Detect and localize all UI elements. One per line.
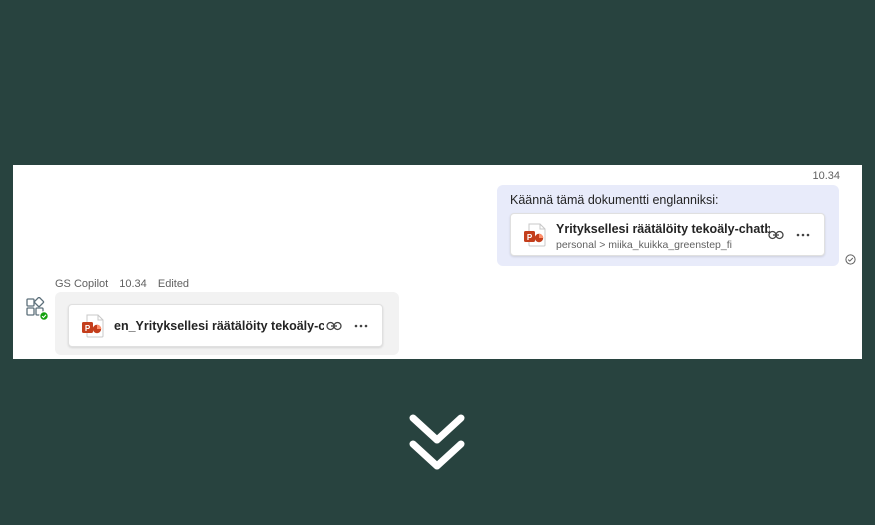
user-file-name[interactable]: Yrityksellesi räätälöity tekoäly-chatb..… (556, 222, 770, 236)
more-options-icon[interactable] (352, 318, 370, 334)
user-message-bubble: Käännä tämä dokumentti englanniksi: P Yr… (497, 185, 839, 266)
presence-available-icon (39, 311, 49, 321)
chat-panel: 10.34 Käännä tämä dokumentti englanniksi… (13, 165, 862, 359)
bot-message-timestamp: 10.34 (119, 278, 147, 290)
bot-file-attachment[interactable]: P en_Yrityksellesi räätälöity tekoäly-c.… (68, 304, 383, 347)
copy-link-icon[interactable] (325, 318, 343, 334)
bot-message-bubble: P en_Yrityksellesi räätälöity tekoäly-c.… (55, 292, 399, 355)
user-file-attachment[interactable]: P Yrityksellesi räätälöity tekoäly-chatb… (510, 213, 825, 256)
user-message-timestamp: 10.34 (812, 170, 840, 182)
powerpoint-icon: P (522, 222, 548, 253)
read-receipt-icon (845, 252, 856, 270)
edited-label: Edited (157, 278, 190, 290)
more-options-icon[interactable] (794, 227, 812, 243)
bot-avatar[interactable] (25, 296, 49, 326)
double-chevron-down-icon (407, 412, 467, 479)
bot-file-name[interactable]: en_Yrityksellesi räätälöity tekoäly-c... (114, 319, 324, 333)
powerpoint-icon: P (80, 313, 106, 344)
copy-link-icon[interactable] (767, 227, 785, 243)
user-message-text: Käännä tämä dokumentti englanniksi: (510, 193, 719, 207)
bot-message-header: GS Copilot 10.34 Edited (55, 278, 197, 290)
svg-text:P: P (527, 233, 533, 242)
user-file-path: personal > miika_kuikka_greenstep_fi (556, 239, 732, 251)
svg-text:P: P (85, 324, 91, 333)
bot-sender-name: GS Copilot (55, 278, 109, 290)
